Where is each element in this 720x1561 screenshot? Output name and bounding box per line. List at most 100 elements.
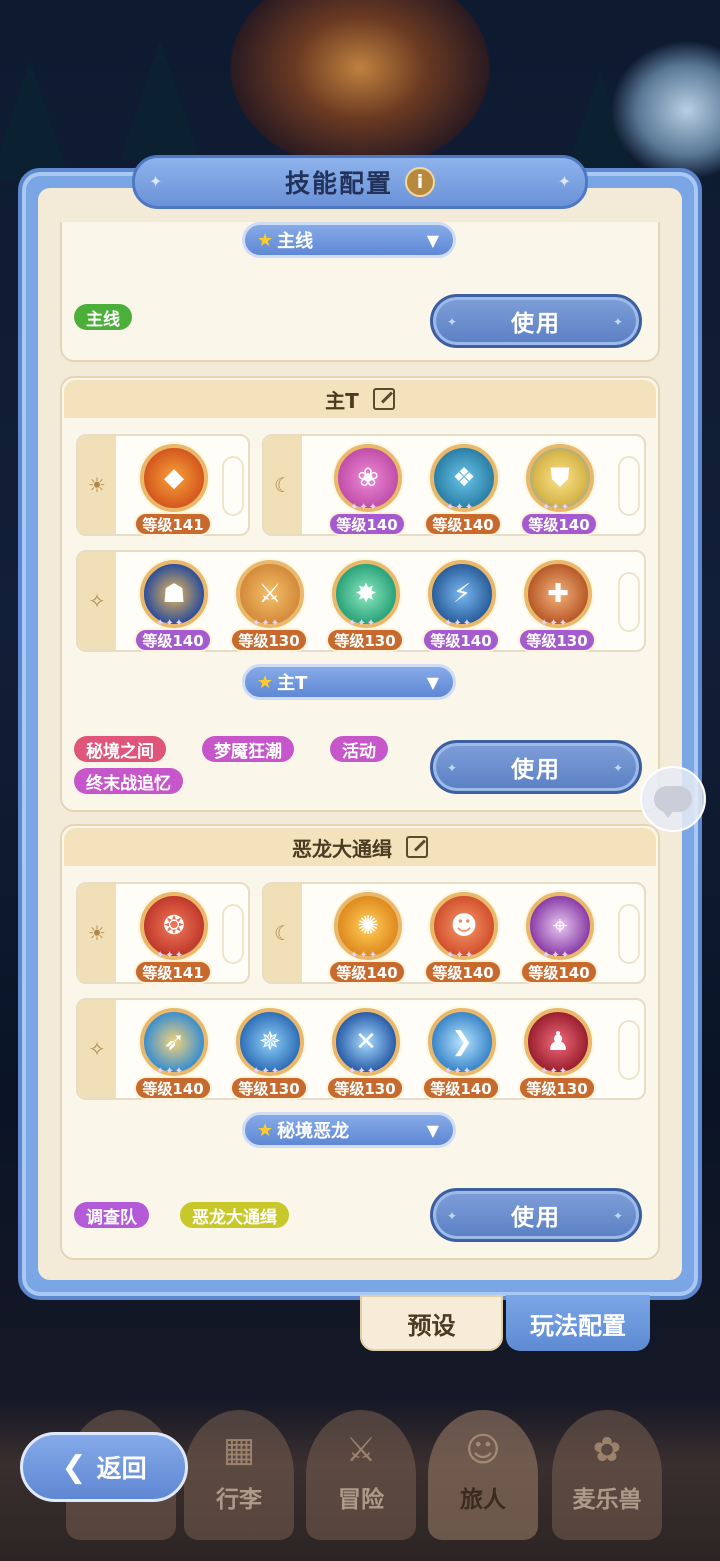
moon-icon: ☾ bbox=[264, 884, 302, 982]
skill-slot[interactable]: ❖ ✦✦✦ 等级140 bbox=[424, 440, 504, 536]
skill-slot[interactable]: ⚔ ✦✦✦ 等级130 bbox=[230, 556, 310, 652]
chat-icon bbox=[654, 786, 692, 818]
star-icon: ★ bbox=[257, 1119, 274, 1141]
skill-slot[interactable]: ❯ ✦✦✦ 等级140 bbox=[422, 1004, 502, 1100]
skill-slot[interactable]: ✵ ✦✦✦ 等级130 bbox=[230, 1004, 310, 1100]
skill-slot[interactable]: ◆ 等级141 bbox=[134, 440, 214, 536]
nav-label: 旅人 bbox=[460, 1487, 506, 1513]
moon-icon: ☾ bbox=[264, 436, 302, 534]
backpack-icon: ▦ bbox=[222, 1430, 256, 1470]
star-decoration-icon: ✦ bbox=[149, 172, 163, 191]
preset-card-dragon-hunt: 恶龙大通缉 ☀ ❂ ✦✦✦ 等级141 ☾ ✺ ✦✦✦ 等级140 ☻ ✦✦✦ bbox=[60, 824, 660, 1260]
preset-card-mainline: ★ 主线 ▼ 主线 使用 bbox=[60, 222, 660, 362]
preset-list[interactable]: ★ 主线 ▼ 主线 使用 主T ☀ ◆ 等级141 ☾ ❀ ✦✦✦ 等级14 bbox=[44, 222, 674, 1262]
bg-tree bbox=[120, 40, 200, 160]
skill-level: 等级140 bbox=[424, 960, 502, 984]
tab-preset[interactable]: 预设 bbox=[360, 1295, 503, 1351]
skill-slot[interactable]: ❀ ✦✦✦ 等级140 bbox=[328, 440, 408, 536]
skill-slot[interactable]: ⚡ ✦✦✦ 等级140 bbox=[422, 556, 502, 652]
pet-icon: ✿ bbox=[592, 1430, 622, 1470]
preset-name: 恶龙大通缉 bbox=[292, 836, 392, 861]
back-label: 返回 bbox=[96, 1454, 147, 1483]
group-decoration bbox=[618, 904, 640, 964]
nav-item-pet[interactable]: ✿ 麦乐兽 bbox=[552, 1410, 662, 1540]
use-button[interactable]: 使用 bbox=[430, 1188, 642, 1242]
skill-slot[interactable]: ✕ ✦✦✦ 等级130 bbox=[326, 1004, 406, 1100]
bg-creature bbox=[610, 40, 720, 180]
skill-group-sun: ☀ ❂ ✦✦✦ 等级141 bbox=[76, 882, 250, 984]
sun-icon: ☀ bbox=[78, 884, 116, 982]
panel-title: 技能配置 bbox=[284, 169, 393, 198]
skill-slot[interactable]: ⛊ ✦✦✦ 等级140 bbox=[520, 440, 600, 536]
star-icon: ★ bbox=[257, 229, 274, 251]
preset-select[interactable]: ★ 主线 ▼ bbox=[242, 222, 456, 258]
skill-group-moon: ☾ ❀ ✦✦✦ 等级140 ❖ ✦✦✦ 等级140 ⛊ ✦✦✦ 等级140 bbox=[262, 434, 646, 536]
skill-level: 等级140 bbox=[424, 512, 502, 536]
preset-card-main-tank: 主T ☀ ◆ 等级141 ☾ ❀ ✦✦✦ 等级140 ❖ ✦✦✦ 等级140 ⛊… bbox=[60, 376, 660, 812]
dropdown-arrow-icon: ▼ bbox=[426, 1121, 439, 1140]
skill-level: 等级140 bbox=[134, 1076, 212, 1100]
group-decoration bbox=[222, 904, 244, 964]
group-decoration bbox=[618, 572, 640, 632]
preset-select-value: 主线 bbox=[277, 231, 314, 252]
group-decoration bbox=[618, 1020, 640, 1080]
back-arrow-icon: ❮ bbox=[61, 1449, 87, 1485]
skill-slot[interactable]: ☗ ✦✦✦ 等级140 bbox=[134, 556, 214, 652]
edit-icon[interactable] bbox=[406, 836, 428, 858]
tab-gameplay-config[interactable]: 玩法配置 bbox=[506, 1295, 650, 1351]
preset-select-value: 主T bbox=[277, 673, 308, 694]
skill-level: 等级130 bbox=[326, 628, 404, 652]
preset-select[interactable]: ★ 主T ▼ bbox=[242, 664, 456, 700]
skill-level: 等级130 bbox=[230, 1076, 308, 1100]
skill-level: 等级130 bbox=[230, 628, 308, 652]
skill-slot[interactable]: ✺ ✦✦✦ 等级140 bbox=[328, 888, 408, 984]
use-button[interactable]: 使用 bbox=[430, 294, 642, 348]
group-decoration bbox=[618, 456, 640, 516]
skill-level: 等级140 bbox=[328, 512, 406, 536]
tag: 主线 bbox=[74, 304, 132, 330]
skill-slot[interactable]: ✸ ✦✦✦ 等级130 bbox=[326, 556, 406, 652]
skill-level: 等级140 bbox=[134, 628, 212, 652]
chat-button[interactable] bbox=[640, 766, 706, 832]
card-header: 恶龙大通缉 bbox=[64, 828, 656, 866]
preset-select-value: 秘境恶龙 bbox=[277, 1121, 350, 1142]
skill-level: 等级140 bbox=[422, 628, 500, 652]
sparkle-icon: ✧ bbox=[78, 1000, 116, 1098]
edit-icon[interactable] bbox=[372, 388, 395, 410]
tag: 梦魇狂潮 bbox=[202, 736, 294, 762]
skill-level: 等级141 bbox=[134, 512, 212, 536]
skill-slot[interactable]: ♟ ✦✦✦ 等级130 bbox=[518, 1004, 598, 1100]
skill-level: 等级140 bbox=[328, 960, 406, 984]
skill-slot[interactable]: ➶ ✦✦✦ 等级140 bbox=[134, 1004, 214, 1100]
nav-item-backpack[interactable]: ▦ 行李 bbox=[184, 1410, 294, 1540]
nav-item-adventure[interactable]: ⚔ 冒险 bbox=[306, 1410, 416, 1540]
skill-group-star: ✧ ☗ ✦✦✦ 等级140 ⚔ ✦✦✦ 等级130 ✸ ✦✦✦ 等级130 ⚡ … bbox=[76, 550, 646, 652]
skill-level: 等级141 bbox=[134, 960, 212, 984]
skill-group-star: ✧ ➶ ✦✦✦ 等级140 ✵ ✦✦✦ 等级130 ✕ ✦✦✦ 等级130 ❯ … bbox=[76, 998, 646, 1100]
skill-level: 等级130 bbox=[518, 628, 596, 652]
skill-slot[interactable]: ⌖ ✦✦✦ 等级140 bbox=[520, 888, 600, 984]
tag: 活动 bbox=[330, 736, 388, 762]
skill-level: 等级140 bbox=[422, 1076, 500, 1100]
back-button[interactable]: ❮ 返回 bbox=[20, 1432, 188, 1502]
tag: 调查队 bbox=[74, 1202, 149, 1228]
skill-level: 等级140 bbox=[520, 512, 598, 536]
skill-slot[interactable]: ☻ ✦✦✦ 等级140 bbox=[424, 888, 504, 984]
use-button[interactable]: 使用 bbox=[430, 740, 642, 794]
group-decoration bbox=[222, 456, 244, 516]
preset-name: 主T bbox=[325, 388, 359, 413]
tag: 终末战追忆 bbox=[74, 768, 183, 794]
info-icon[interactable]: i bbox=[405, 167, 435, 197]
nav-label: 麦乐兽 bbox=[572, 1487, 642, 1513]
bg-character bbox=[230, 0, 490, 170]
traveler-icon: ☺ bbox=[465, 1430, 501, 1470]
star-decoration-icon: ✦ bbox=[557, 172, 571, 191]
sun-icon: ☀ bbox=[78, 436, 116, 534]
skill-slot[interactable]: ❂ ✦✦✦ 等级141 bbox=[134, 888, 214, 984]
preset-select[interactable]: ★ 秘境恶龙 ▼ bbox=[242, 1112, 456, 1148]
nav-item-traveler[interactable]: ☺ 旅人 bbox=[428, 1410, 538, 1540]
skill-level: 等级140 bbox=[520, 960, 598, 984]
skill-slot[interactable]: ✚ ✦✦✦ 等级130 bbox=[518, 556, 598, 652]
swords-icon: ⚔ bbox=[345, 1430, 377, 1470]
skill-group-sun: ☀ ◆ 等级141 bbox=[76, 434, 250, 536]
